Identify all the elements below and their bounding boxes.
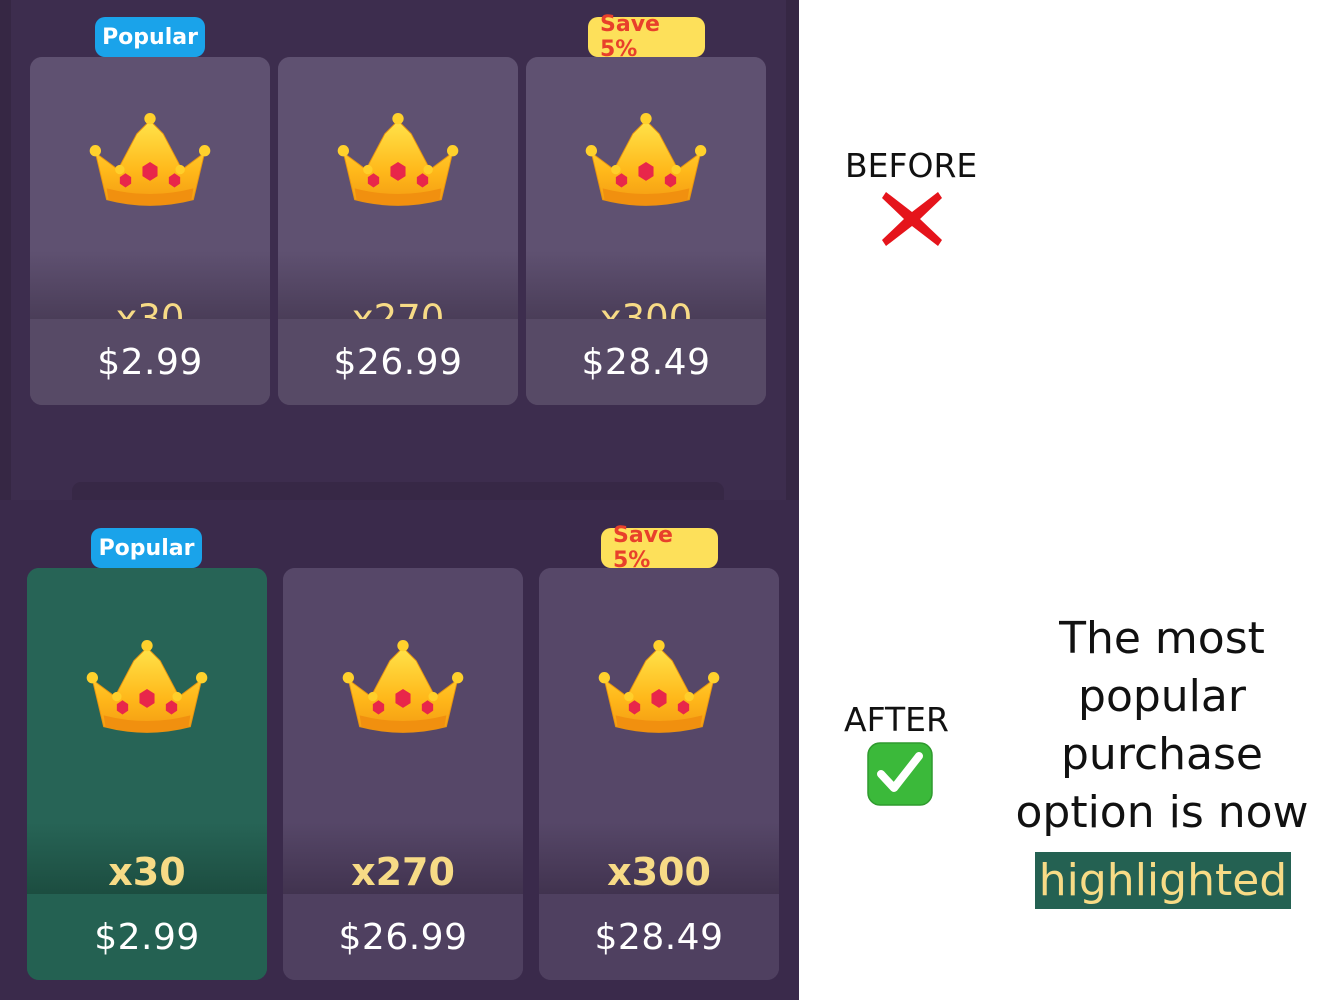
- crown-icon: [585, 113, 707, 206]
- caption-line: popular: [1078, 671, 1246, 722]
- crown-icon: [86, 640, 208, 733]
- panel-edge-left: [0, 0, 11, 500]
- save-badge: Save 5%: [588, 12, 705, 62]
- caption-highlight-word: highlighted: [1035, 852, 1291, 909]
- purchase-option-card[interactable]: x300 $28.49: [526, 57, 766, 405]
- cross-mark-icon: [882, 192, 942, 246]
- caption-text: The most popular purchase option is now: [1000, 610, 1324, 842]
- card-body: x270: [283, 568, 523, 894]
- caption-line: purchase: [1061, 729, 1263, 780]
- card-body: x300: [526, 57, 766, 340]
- card-quantity: x270: [351, 850, 455, 894]
- card-body: x270: [278, 57, 518, 340]
- before-label: BEFORE: [845, 146, 978, 185]
- card-body: x30: [30, 57, 270, 340]
- card-price: $26.99: [278, 319, 518, 405]
- caption-line: option is now: [1015, 787, 1309, 838]
- card-quantity: x30: [108, 850, 186, 894]
- crown-icon: [337, 113, 459, 206]
- save-badge: Save 5%: [601, 523, 718, 573]
- purchase-option-card[interactable]: x270 $26.99: [283, 568, 523, 980]
- card-price: $28.49: [539, 894, 779, 980]
- caption-line: The most: [1059, 613, 1265, 664]
- card-body: x300: [539, 568, 779, 894]
- after-label: AFTER: [844, 700, 949, 739]
- card-quantity: x300: [607, 850, 711, 894]
- purchase-option-card-highlighted[interactable]: x30 $2.99: [27, 568, 267, 980]
- popular-badge: Popular: [95, 17, 205, 57]
- card-price: $2.99: [27, 894, 267, 980]
- purchase-option-card[interactable]: x300 $28.49: [539, 568, 779, 980]
- purchase-option-card[interactable]: x30 $2.99: [30, 57, 270, 405]
- purchase-option-card[interactable]: x270 $26.99: [278, 57, 518, 405]
- scroll-handle[interactable]: [72, 482, 724, 500]
- check-mark-icon: [867, 742, 933, 806]
- card-price: $26.99: [283, 894, 523, 980]
- crown-icon: [342, 640, 464, 733]
- crown-icon: [598, 640, 720, 733]
- popular-badge: Popular: [91, 528, 202, 568]
- card-body: x30: [27, 568, 267, 894]
- card-price: $28.49: [526, 319, 766, 405]
- after-store-panel: Popular Save 5% x30 $2.99 x270 $26.99 x3…: [0, 500, 799, 1000]
- crown-icon: [89, 113, 211, 206]
- card-price: $2.99: [30, 319, 270, 405]
- before-store-panel: Popular Save 5% x30 $2.99 x270 $26.99 x3…: [0, 0, 799, 500]
- panel-edge-right: [786, 0, 799, 500]
